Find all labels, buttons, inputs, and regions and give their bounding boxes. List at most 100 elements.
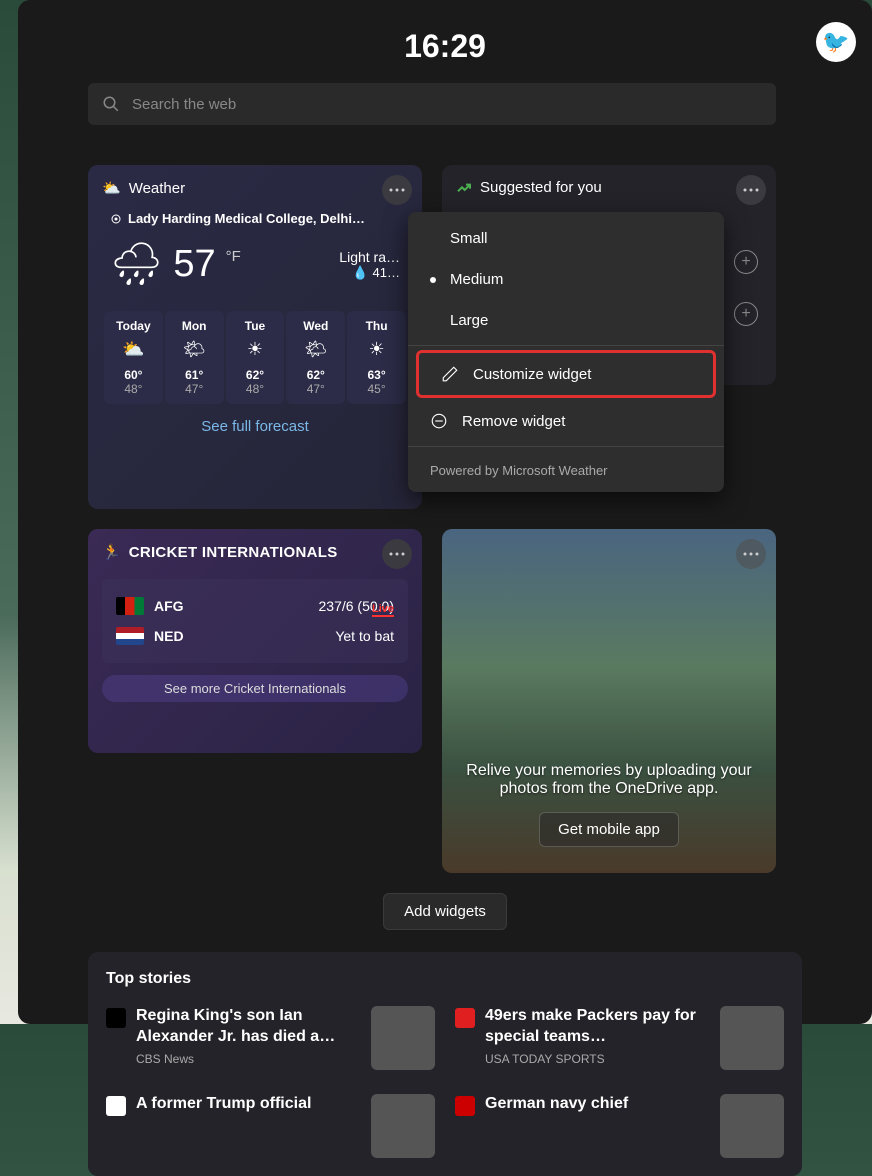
hi-temp: 60° [106,368,161,382]
trend-up-icon [456,180,472,196]
suggested-title: Suggested for you [480,179,602,196]
suggested-header: Suggested for you [456,179,762,196]
story-body: Regina King's son Ian Alexander Jr. has … [136,1006,361,1070]
story-title: Regina King's son Ian Alexander Jr. has … [136,1006,361,1048]
day-name: Thu [349,319,404,333]
forecast-row: Today⛅60°48°Mon🌤61°47°Tue☀62°48°Wed🌤62°4… [102,311,408,404]
droplet-icon: 💧 [352,265,368,281]
menu-customize-widget[interactable]: Customize widget [416,350,716,398]
cricket-see-more-button[interactable]: See more Cricket Internationals [102,675,408,702]
flag-afg-icon [116,597,144,615]
photos-widget[interactable]: Relive your memories by uploading your p… [442,529,776,873]
story-item[interactable]: German navy chief [455,1094,784,1158]
day-name: Mon [167,319,222,333]
full-forecast-link[interactable]: See full forecast [102,418,408,435]
menu-size-large[interactable]: Large [408,300,724,341]
forecast-day[interactable]: Today⛅60°48° [104,311,163,404]
story-item[interactable]: A former Trump official [106,1094,435,1158]
weather-title: Weather [129,180,185,197]
more-icon [389,552,405,556]
lo-temp: 45° [349,382,404,396]
current-weather: 🌧 57 °F Light ra… 💧 41… [102,234,408,295]
story-title: A former Trump official [136,1094,361,1115]
story-image [371,1006,435,1070]
remove-icon [430,412,448,430]
pencil-icon [441,365,459,383]
story-item[interactable]: Regina King's son Ian Alexander Jr. has … [106,1006,435,1070]
search-bar[interactable] [88,83,776,125]
story-title: 49ers make Packers pay for special teams… [485,1006,710,1048]
location-icon [110,213,122,225]
weather-partly-icon: ⛅ [102,179,121,197]
photos-more-button[interactable] [736,539,766,569]
story-grid: Regina King's son Ian Alexander Jr. has … [106,1006,784,1158]
forecast-day[interactable]: Wed🌤62°47° [286,311,345,404]
location-text: Lady Harding Medical College, Delhi… [128,211,365,226]
forecast-icon: ☀ [228,339,283,360]
get-mobile-app-button[interactable]: Get mobile app [539,812,679,847]
story-source: USA TODAY SPORTS [485,1052,710,1066]
add-widgets-button[interactable]: Add widgets [383,893,507,930]
suggested-more-button[interactable] [736,175,766,205]
forecast-icon: ⛅ [106,339,161,360]
weather-widget[interactable]: ⛅ Weather Lady Harding Medical College, … [88,165,422,509]
rain-icon: 🌧 [110,240,163,289]
forecast-day[interactable]: Thu☀63°45° [347,311,406,404]
story-image [371,1094,435,1158]
weather-header: ⛅ Weather [102,179,408,197]
source-icon [455,1096,475,1116]
story-source: CBS News [136,1052,361,1066]
hi-temp: 62° [228,368,283,382]
forecast-icon: 🌤 [167,339,222,360]
day-name: Wed [288,319,343,333]
hi-temp: 63° [349,368,404,382]
menu-customize-label: Customize widget [473,366,591,383]
search-input[interactable] [132,96,762,113]
story-item[interactable]: 49ers make Packers pay for special teams… [455,1006,784,1070]
add-icon[interactable]: + [734,250,758,274]
temp-unit: °F [226,248,241,265]
precip-value: 41… [373,265,400,280]
menu-divider [408,345,724,346]
widget-context-menu: Small Medium Large Customize widget Remo… [408,212,724,492]
lo-temp: 47° [167,382,222,396]
more-icon [389,188,405,192]
story-body: German navy chief [485,1094,710,1158]
menu-remove-widget[interactable]: Remove widget [408,400,724,442]
menu-size-medium[interactable]: Medium [408,259,724,300]
team-code: NED [154,628,194,644]
running-icon: 🏃 [102,543,121,561]
day-name: Today [106,319,161,333]
forecast-day[interactable]: Mon 🌤 61°47° [165,311,224,404]
widgets-panel: 16:29 🐦 ⛅ Weather Lady Harding Medical C… [18,0,872,1024]
weather-location[interactable]: Lady Harding Medical College, Delhi… [102,207,408,234]
day-name: Tue [228,319,283,333]
source-icon [106,1008,126,1028]
team-row-ned: NED Yet to bat [116,621,394,651]
add-icon[interactable]: + [734,302,758,326]
temperature: 57 [173,243,215,286]
photos-text: Relive your memories by uploading your p… [442,762,776,812]
top-stories-title: Top stories [106,970,784,988]
hi-temp: 62° [288,368,343,382]
live-badge: Live [372,603,394,617]
story-body: 49ers make Packers pay for special teams… [485,1006,710,1070]
user-avatar[interactable]: 🐦 [816,22,856,62]
precip-row: 💧 41… [339,265,400,281]
menu-footer: Powered by Microsoft Weather [408,451,724,486]
cricket-widget[interactable]: 🏃 CRICKET INTERNATIONALS Live AFG 237/6 … [88,529,422,753]
forecast-day[interactable]: Tue☀62°48° [226,311,285,404]
forecast-icon: 🌤 [288,339,343,360]
cricket-more-button[interactable] [382,539,412,569]
menu-divider [408,446,724,447]
menu-size-small[interactable]: Small [408,218,724,259]
hi-temp: 61° [167,368,222,382]
story-body: A former Trump official [136,1094,361,1158]
team-score: Yet to bat [335,628,394,644]
source-icon [455,1008,475,1028]
match-box[interactable]: Live AFG 237/6 (50.0) NED Yet to bat [102,579,408,663]
weather-more-button[interactable] [382,175,412,205]
team-row-afg: AFG 237/6 (50.0) [116,591,394,621]
team-code: AFG [154,598,194,614]
search-icon [102,95,120,113]
